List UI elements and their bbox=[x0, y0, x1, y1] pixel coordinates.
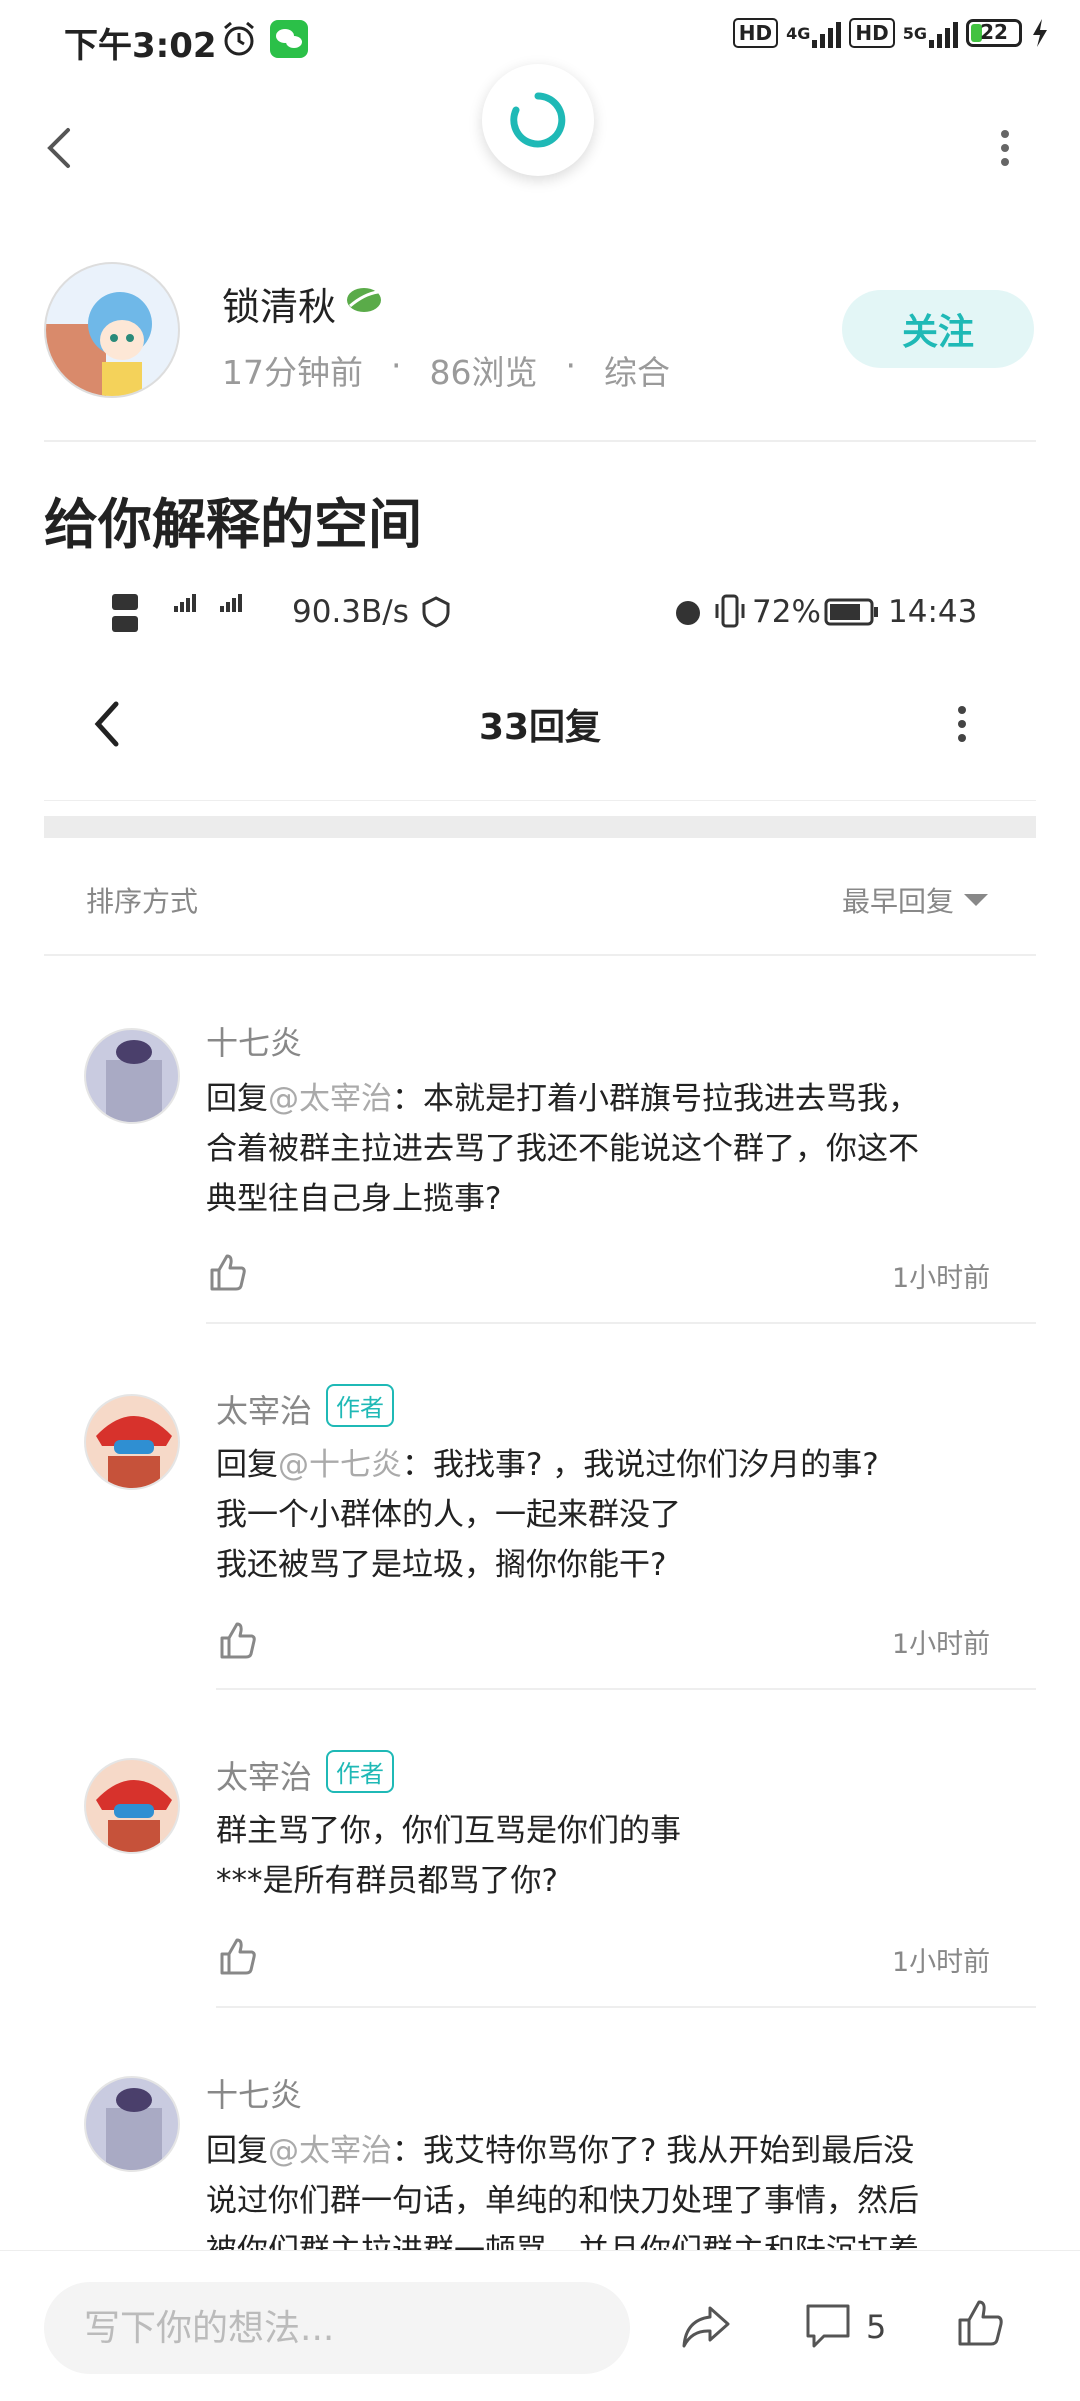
comment-time: 1小时前 bbox=[892, 1629, 991, 1660]
network-label-b: 5G bbox=[902, 23, 927, 43]
author-tag: 作者 bbox=[326, 1750, 394, 1793]
follow-button[interactable]: 关注 bbox=[842, 290, 1034, 368]
commenter-name[interactable]: 十七炎 bbox=[206, 1018, 302, 1064]
dual-sim-signal-icon bbox=[112, 594, 242, 632]
author-name[interactable]: 锁清秋 bbox=[222, 276, 336, 331]
status-time: 下午3:02 bbox=[64, 26, 217, 66]
more-icon[interactable] bbox=[990, 118, 1020, 178]
commenter-avatar[interactable] bbox=[84, 1394, 180, 1490]
comment-time: 1小时前 bbox=[892, 1263, 991, 1294]
alarm-icon bbox=[676, 601, 700, 625]
comment-time: 1小时前 bbox=[892, 1947, 991, 1978]
signal-icon bbox=[929, 18, 958, 48]
section-band bbox=[44, 816, 1036, 838]
commenter-name[interactable]: 太宰治 bbox=[216, 1752, 312, 1798]
battery-icon: 22 bbox=[966, 19, 1022, 47]
comment-text: 回复@十七炎：我找事? ，我说过你们汐月的事? 我一个小群体的人，一起来群没了 … bbox=[216, 1447, 879, 1583]
embedded-status-bar: 90.3B/s 72% 14:43 bbox=[112, 586, 977, 638]
dropdown-arrow-icon bbox=[964, 894, 988, 906]
like-icon[interactable] bbox=[218, 1936, 258, 1976]
divider bbox=[44, 440, 1036, 442]
loading-spinner bbox=[482, 64, 594, 176]
commenter-avatar[interactable] bbox=[84, 1758, 180, 1854]
author-avatar[interactable] bbox=[44, 262, 180, 398]
divider bbox=[44, 954, 1036, 956]
like-icon[interactable] bbox=[956, 2298, 1004, 2348]
comment-input[interactable] bbox=[44, 2282, 630, 2374]
signal-icon bbox=[812, 18, 842, 48]
comment-text: 群主骂了你，你们互骂是你们的事 ***是所有群员都骂了你? bbox=[216, 1813, 681, 1899]
share-icon[interactable] bbox=[680, 2302, 732, 2352]
network-speed: 90.3B/s bbox=[292, 594, 409, 630]
battery-icon bbox=[824, 598, 878, 626]
author-meta: 17分钟前 · 86浏览 · 综合 bbox=[222, 346, 670, 394]
post-title: 给你解释的空间 bbox=[44, 493, 422, 556]
comment-text: 回复@太宰治：本就是打着小群旗号拉我进去骂我， 合着被群主拉进去骂了我还不能说这… bbox=[206, 1081, 919, 1217]
author-tag: 作者 bbox=[326, 1384, 394, 1427]
sort-label: 排序方式 bbox=[86, 885, 199, 918]
commenter-avatar[interactable] bbox=[84, 2076, 180, 2172]
embedded-back-icon[interactable] bbox=[88, 694, 124, 754]
mention-link[interactable]: @十七炎 bbox=[278, 1447, 402, 1483]
embedded-battery-percent: 72% bbox=[752, 594, 821, 630]
hd-icon: HD bbox=[732, 18, 779, 48]
commenter-name[interactable]: 十七炎 bbox=[206, 2070, 302, 2116]
back-icon[interactable] bbox=[36, 118, 86, 178]
embedded-time: 14:43 bbox=[888, 594, 978, 630]
vibrate-icon bbox=[715, 594, 745, 628]
wechat-icon bbox=[270, 20, 308, 58]
meta-separator: · bbox=[391, 346, 402, 385]
alarm-icon bbox=[224, 21, 254, 56]
divider bbox=[216, 1688, 1036, 1690]
hd-icon: HD bbox=[849, 18, 895, 48]
like-icon[interactable] bbox=[218, 1620, 258, 1660]
mention-link[interactable]: @太宰治 bbox=[268, 2133, 392, 2169]
sort-dropdown[interactable]: 最早回复 bbox=[842, 880, 954, 920]
divider bbox=[44, 800, 1036, 801]
divider bbox=[206, 1322, 1036, 1324]
commenter-name[interactable]: 太宰治 bbox=[216, 1386, 312, 1432]
embedded-more-icon[interactable] bbox=[950, 700, 974, 750]
leaf-badge-icon bbox=[347, 288, 381, 312]
mention-link[interactable]: @太宰治 bbox=[268, 1081, 392, 1117]
status-icons: HD 4G HD 5G 22 bbox=[732, 18, 1050, 48]
meta-separator: · bbox=[565, 346, 577, 385]
shield-icon bbox=[422, 596, 450, 628]
replies-title: 33回复 bbox=[478, 707, 602, 748]
view-count: 86浏览 bbox=[429, 353, 538, 392]
post-time: 17分钟前 bbox=[222, 353, 363, 392]
comment-icon[interactable] bbox=[804, 2302, 852, 2350]
commenter-avatar[interactable] bbox=[84, 1028, 180, 1124]
comment-count: 5 bbox=[866, 2308, 887, 2346]
charging-icon bbox=[1033, 19, 1047, 47]
post-category[interactable]: 综合 bbox=[604, 346, 670, 394]
divider bbox=[216, 2006, 1036, 2008]
network-label-a: 4G bbox=[786, 23, 811, 43]
like-icon[interactable] bbox=[208, 1252, 248, 1292]
